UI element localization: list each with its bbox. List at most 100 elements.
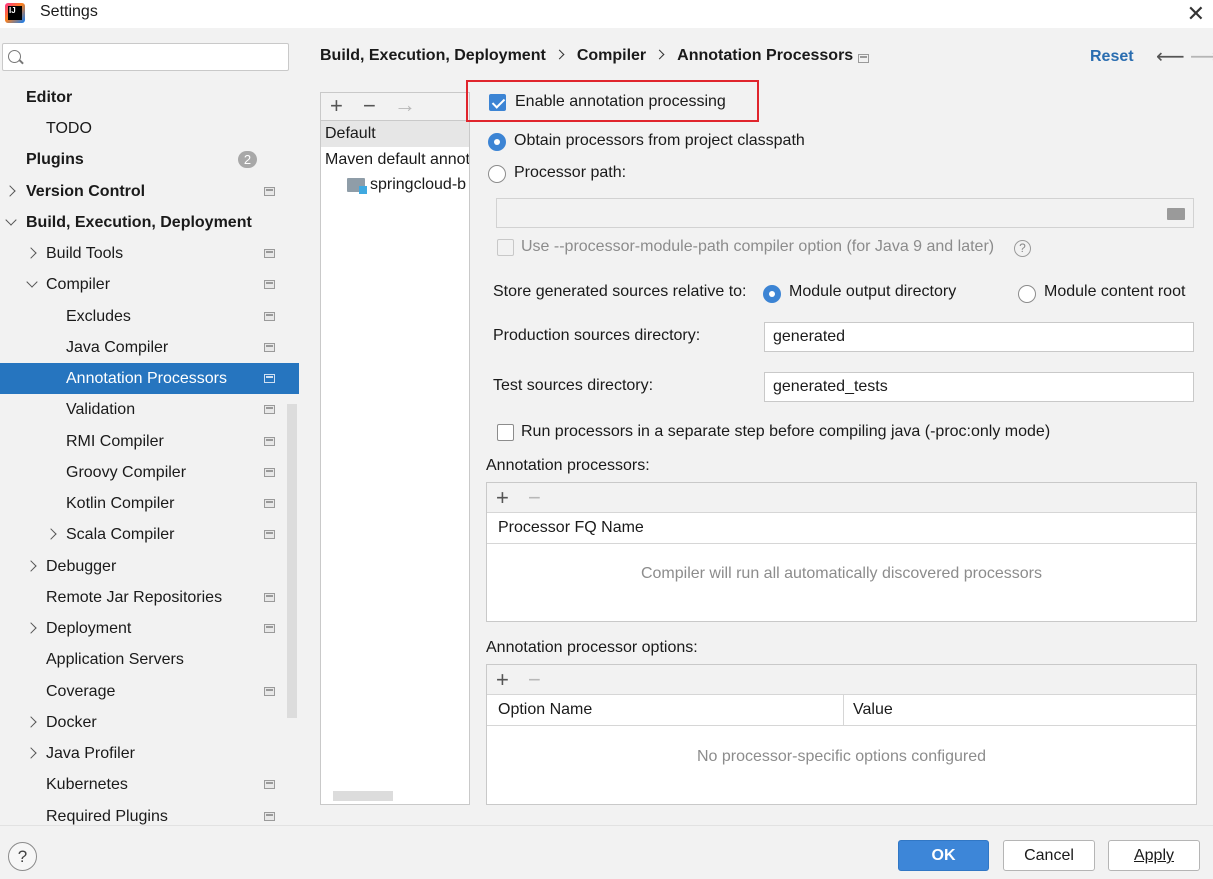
- sidebar-item-deployment[interactable]: Deployment: [0, 613, 299, 644]
- chevron-right-icon[interactable]: [25, 560, 37, 572]
- profile-row-maven[interactable]: Maven default annotation processors prof…: [321, 147, 469, 173]
- sidebar-item-label: Scala Compiler: [66, 526, 175, 543]
- table-header: Processor FQ Name: [487, 513, 1196, 544]
- back-arrow-icon[interactable]: ⟵: [1156, 44, 1185, 69]
- separate-step-checkbox[interactable]: [497, 424, 514, 441]
- sidebar-item-plugins[interactable]: Plugins 2: [0, 144, 299, 175]
- add-processor-button[interactable]: +: [496, 487, 509, 509]
- sidebar-item-kotlin-compiler[interactable]: Kotlin Compiler: [0, 488, 299, 519]
- breadcrumb-item[interactable]: Compiler: [577, 47, 646, 64]
- module-output-directory-label: Module output directory: [789, 283, 957, 300]
- sidebar-item-remote-jar-repositories[interactable]: Remote Jar Repositories: [0, 582, 299, 613]
- chevron-right-icon[interactable]: [45, 528, 57, 540]
- cancel-button[interactable]: Cancel: [1003, 840, 1095, 871]
- footer-divider: [0, 825, 1213, 826]
- obtain-from-classpath-radio[interactable]: [488, 133, 506, 151]
- sidebar-item-scala-compiler[interactable]: Scala Compiler: [0, 519, 299, 550]
- sidebar-item-application-servers[interactable]: Application Servers: [0, 644, 299, 675]
- forward-arrow-icon[interactable]: ⟶: [1190, 44, 1213, 69]
- add-option-button[interactable]: +: [496, 669, 509, 691]
- chevron-right-icon[interactable]: [25, 716, 37, 728]
- table-header: Option Name Value: [487, 695, 1196, 726]
- apply-button[interactable]: Apply: [1108, 840, 1200, 871]
- module-path-option-label: Use --processor-module-path compiler opt…: [521, 238, 995, 255]
- folder-open-icon[interactable]: [1167, 208, 1185, 220]
- profile-list-scrollbar[interactable]: [333, 791, 393, 801]
- enable-annotation-processing-checkbox[interactable]: [489, 94, 506, 111]
- close-icon[interactable]: ✕: [1187, 1, 1205, 27]
- sidebar-item-label: Validation: [66, 401, 136, 418]
- chevron-right-icon[interactable]: [25, 247, 37, 259]
- remove-profile-button[interactable]: −: [363, 95, 376, 117]
- sidebar-item-debugger[interactable]: Debugger: [0, 551, 299, 582]
- sidebar-item-todo[interactable]: TODO: [0, 113, 299, 144]
- project-settings-icon: [264, 437, 275, 446]
- remove-processor-button[interactable]: −: [528, 487, 541, 509]
- sidebar-item-compiler[interactable]: Compiler: [0, 269, 299, 300]
- module-content-root-radio[interactable]: [1018, 285, 1036, 303]
- sidebar-item-kubernetes[interactable]: Kubernetes: [0, 769, 299, 800]
- sidebar-item-rmi-compiler[interactable]: RMI Compiler: [0, 426, 299, 457]
- add-profile-button[interactable]: +: [330, 95, 343, 117]
- chevron-right-icon[interactable]: [4, 185, 16, 197]
- sidebar-item-build-tools[interactable]: Build Tools: [0, 238, 299, 269]
- sidebar-item-label: Debugger: [46, 558, 117, 575]
- sidebar-scrollbar[interactable]: [287, 404, 297, 718]
- sidebar-item-label: Docker: [46, 714, 97, 731]
- processor-path-field[interactable]: [496, 198, 1194, 228]
- sidebar-item-editor[interactable]: Editor: [0, 82, 299, 113]
- separate-step-label: Run processors in a separate step before…: [521, 423, 1051, 440]
- sidebar-item-label: Java Profiler: [46, 745, 135, 762]
- settings-search-input[interactable]: [2, 43, 289, 71]
- reset-link[interactable]: Reset: [1090, 48, 1134, 66]
- breadcrumb-item[interactable]: Build, Execution, Deployment: [320, 47, 546, 64]
- processor-path-radio[interactable]: [488, 165, 506, 183]
- sidebar-item-groovy-compiler[interactable]: Groovy Compiler: [0, 457, 299, 488]
- test-dir-input[interactable]: generated_tests: [764, 372, 1194, 402]
- chevron-down-icon[interactable]: [5, 214, 17, 226]
- sidebar-item-label: Coverage: [46, 683, 116, 700]
- column-header-processor-fq-name[interactable]: Processor FQ Name: [498, 513, 644, 543]
- column-header-value[interactable]: Value: [853, 695, 893, 725]
- chevron-right-icon[interactable]: [25, 747, 37, 759]
- column-header-option-name[interactable]: Option Name: [498, 695, 592, 725]
- profile-row-module[interactable]: springcloud-b: [321, 172, 469, 198]
- module-output-directory-radio[interactable]: [763, 285, 781, 303]
- test-dir-label: Test sources directory:: [493, 377, 654, 394]
- sidebar-item-java-profiler[interactable]: Java Profiler: [0, 738, 299, 769]
- sidebar-item-annotation-processors[interactable]: Annotation Processors: [0, 363, 299, 394]
- project-settings-icon: [264, 280, 275, 289]
- table-toolbar: + −: [487, 665, 1196, 695]
- project-settings-icon: [264, 312, 275, 321]
- sidebar-item-validation[interactable]: Validation: [0, 394, 299, 425]
- sidebar-item-label: Version Control: [26, 183, 146, 200]
- project-settings-icon: [858, 54, 869, 63]
- project-settings-icon: [264, 249, 275, 258]
- sidebar-item-coverage[interactable]: Coverage: [0, 676, 299, 707]
- profile-row-default[interactable]: Default: [321, 121, 469, 147]
- title-bar: [0, 0, 1213, 28]
- sidebar-item-version-control[interactable]: Version Control: [0, 176, 299, 207]
- production-dir-input[interactable]: generated: [764, 322, 1194, 352]
- sidebar-item-java-compiler[interactable]: Java Compiler: [0, 332, 299, 363]
- help-button[interactable]: ?: [8, 842, 37, 871]
- remove-option-button[interactable]: −: [528, 669, 541, 691]
- move-to-profile-button[interactable]: →: [394, 94, 416, 116]
- sidebar-item-build-execution-deployment[interactable]: Build, Execution, Deployment: [0, 207, 299, 238]
- ok-button[interactable]: OK: [898, 840, 989, 871]
- chevron-right-icon[interactable]: [25, 622, 37, 634]
- store-relative-label: Store generated sources relative to:: [493, 283, 747, 300]
- help-icon[interactable]: ?: [1014, 240, 1031, 257]
- project-settings-icon: [264, 812, 275, 821]
- project-settings-icon: [264, 530, 275, 539]
- project-settings-icon: [264, 780, 275, 789]
- sidebar-item-label: Annotation Processors: [66, 370, 227, 387]
- window-title: Settings: [40, 3, 98, 20]
- sidebar-item-required-plugins[interactable]: Required Plugins: [0, 801, 299, 825]
- sidebar-item-excludes[interactable]: Excludes: [0, 301, 299, 332]
- module-path-option-checkbox[interactable]: [497, 239, 514, 256]
- sidebar-item-label: Deployment: [46, 620, 132, 637]
- sidebar-item-docker[interactable]: Docker: [0, 707, 299, 738]
- column-separator[interactable]: [843, 695, 844, 725]
- chevron-down-icon[interactable]: [26, 276, 38, 288]
